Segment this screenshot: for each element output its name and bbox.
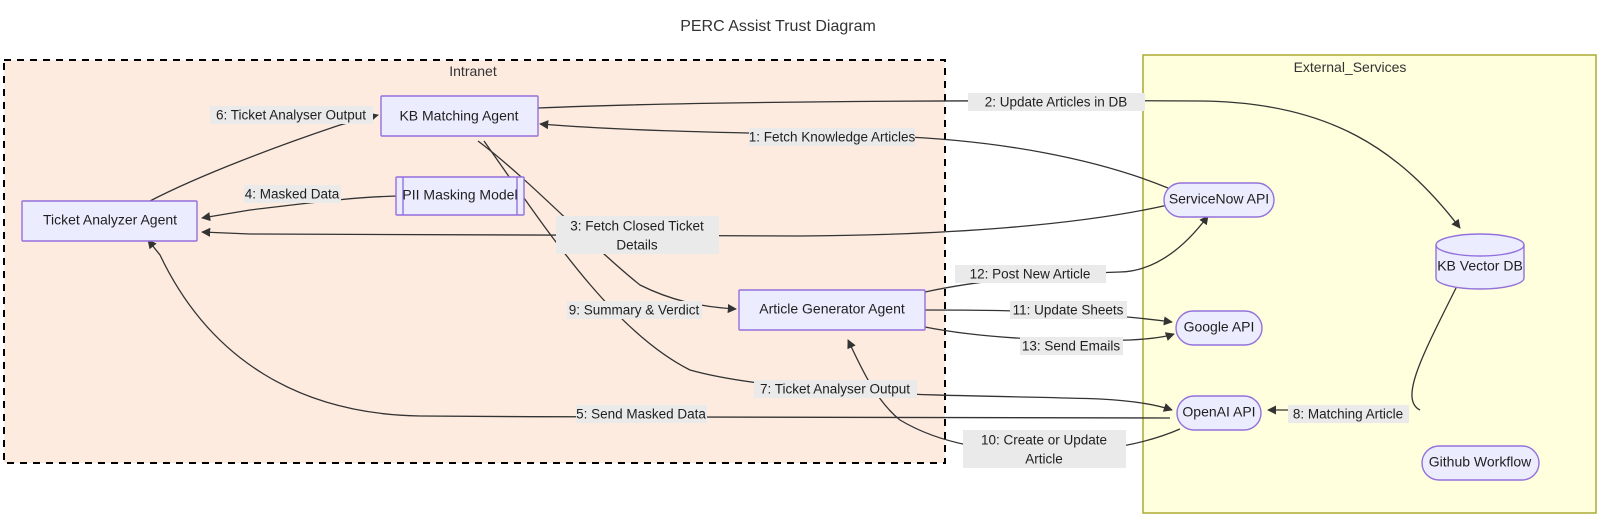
- node-kb-vector-db[interactable]: KB Vector DB: [1435, 233, 1525, 290]
- diagram-canvas: PERC Assist Trust Diagram Intranet Exter…: [0, 0, 1600, 520]
- diagram-svg: PERC Assist Trust Diagram Intranet Exter…: [3, 18, 1597, 514]
- page-title: PERC Assist Trust Diagram: [680, 18, 876, 35]
- edge-5-label: 5: Send Masked Data: [576, 407, 706, 422]
- edge-10-label-line2: Article: [1025, 452, 1063, 467]
- edge-8-label: 8: Matching Article: [1293, 407, 1403, 422]
- edge-2-label: 2: Update Articles in DB: [985, 95, 1128, 110]
- node-pii-masking-model-label: PII Masking Model: [402, 187, 517, 203]
- cluster-external-services-label: External_Services: [1294, 59, 1407, 75]
- node-github-workflow[interactable]: Github Workflow: [1421, 445, 1540, 481]
- node-openai-api-label: OpenAI API: [1182, 404, 1255, 420]
- node-servicenow-api-label: ServiceNow API: [1169, 191, 1269, 207]
- node-github-workflow-label: Github Workflow: [1429, 454, 1532, 470]
- edge-3-label-line1: 3: Fetch Closed Ticket: [570, 219, 704, 234]
- edge-9-label: 9: Summary & Verdict: [569, 303, 700, 318]
- node-article-generator-agent-label: Article Generator Agent: [759, 301, 905, 317]
- edge-1-label: 1: Fetch Knowledge Articles: [749, 130, 916, 145]
- cluster-external-services: [1142, 54, 1597, 514]
- node-google-api-label: Google API: [1184, 319, 1255, 335]
- node-kb-matching-agent[interactable]: KB Matching Agent: [380, 95, 539, 137]
- node-pii-masking-model[interactable]: PII Masking Model: [395, 176, 525, 216]
- edge-10-label-line1: 10: Create or Update: [981, 433, 1107, 448]
- node-ticket-analyzer-agent[interactable]: Ticket Analyzer Agent: [21, 200, 198, 242]
- edge-7-label: 7: Ticket Analyser Output: [760, 382, 910, 397]
- node-servicenow-api[interactable]: ServiceNow API: [1163, 182, 1275, 218]
- node-kb-vector-db-label: KB Vector DB: [1437, 258, 1523, 274]
- edge-3-label-line2: Details: [616, 238, 658, 253]
- cluster-intranet-label: Intranet: [449, 63, 497, 79]
- edge-12-label: 12: Post New Article: [970, 267, 1091, 282]
- node-google-api[interactable]: Google API: [1175, 310, 1263, 346]
- node-ticket-analyzer-agent-label: Ticket Analyzer Agent: [43, 212, 177, 228]
- edge-11-label: 11: Update Sheets: [1013, 303, 1124, 318]
- node-openai-api[interactable]: OpenAI API: [1176, 395, 1262, 431]
- edge-13-label: 13: Send Emails: [1022, 339, 1121, 354]
- node-kb-matching-agent-label: KB Matching Agent: [399, 108, 518, 124]
- edge-4-label: 4: Masked Data: [245, 187, 340, 202]
- edge-6-label: 6: Ticket Analyser Output: [216, 108, 366, 123]
- node-article-generator-agent[interactable]: Article Generator Agent: [738, 289, 926, 331]
